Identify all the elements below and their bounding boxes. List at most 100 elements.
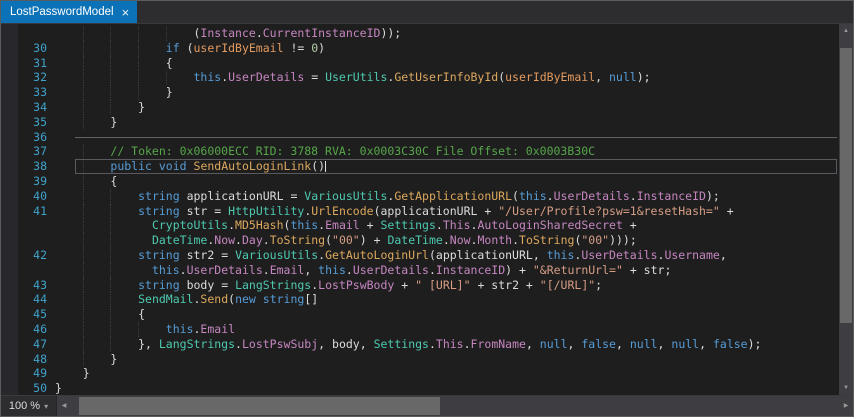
indent-guide-line: [82, 40, 84, 56]
indent-guide-line: [110, 277, 112, 293]
code-token: .: [629, 188, 637, 203]
code-token: .: [442, 233, 450, 248]
code-token: Now: [449, 233, 471, 248]
indent-guide-line: [110, 247, 112, 263]
code-token: +: [359, 218, 381, 233]
vertical-scroll-track[interactable]: [839, 38, 853, 381]
code-token: ,: [699, 336, 713, 351]
indent-guide-line: [82, 277, 84, 293]
code-token: CryptoUtils: [151, 218, 229, 233]
code-token: DateTime: [387, 233, 443, 248]
code-text: }: [55, 114, 117, 130]
code-token: {: [138, 307, 146, 322]
code-token: "00": [581, 233, 610, 248]
code-token: "[/URL]": [539, 277, 596, 292]
code-token: .: [179, 262, 187, 277]
line-number: 50: [33, 381, 47, 395]
indent-guide-line: [138, 70, 140, 86]
code-text: }, LangStrings.LostPswSubj, body, Settin…: [55, 336, 761, 352]
code-token: ToString: [519, 233, 575, 248]
indent-guide-line: [110, 233, 112, 248]
vertical-scrollbar[interactable]: ▲ ▼: [839, 24, 853, 395]
line-number: 40: [33, 188, 47, 203]
code-text: {: [55, 307, 145, 322]
indent-guide-line: [82, 55, 84, 71]
line-number: [1, 263, 47, 278]
code-token: LostPswSubj: [241, 336, 319, 351]
code-token: str: [643, 262, 665, 277]
line-number: 45: [33, 307, 47, 322]
code-line: 32 this.UserDetails = UserUtils.GetUserI…: [1, 70, 839, 86]
line-number: 38: [33, 159, 47, 174]
indent-guide-line: [138, 85, 140, 100]
zoom-dropdown-icon: ▾: [44, 401, 49, 411]
code-editor[interactable]: (Instance.CurrentInstanceID)); 30 if (use…: [1, 23, 853, 395]
code-token: ,: [304, 262, 319, 277]
code-line: 50}: [1, 381, 839, 395]
scroll-down-icon[interactable]: ▼: [839, 381, 853, 395]
scroll-left-icon[interactable]: ◀: [57, 396, 71, 416]
line-number: 44: [33, 292, 47, 307]
code-token: .: [428, 336, 436, 351]
code-line: 47 }, LangStrings.LostPswSubj, body, Set…: [1, 336, 839, 352]
indent-guide-line: [110, 307, 112, 322]
code-line: 48 }: [1, 351, 839, 367]
code-token: (: [373, 203, 381, 218]
code-line: 42 string str2 = VariousUtils.GetAutoLog…: [1, 247, 839, 263]
horizontal-scrollbar[interactable]: ◀ ▶: [57, 396, 853, 416]
code-token: public: [110, 159, 152, 174]
code-token: ,: [532, 247, 547, 262]
code-token: UrlEncode: [311, 203, 374, 218]
code-line: 33 }: [1, 85, 839, 100]
code-line: 43 string body = LangStrings.LostPswBody…: [1, 277, 839, 293]
code-token: }: [55, 381, 62, 395]
line-number: 34: [33, 99, 47, 114]
code-lines: (Instance.CurrentInstanceID)); 30 if (use…: [1, 26, 839, 395]
code-token: ): [318, 40, 326, 55]
code-line: CryptoUtils.MD5Hash(this.Email + Setting…: [1, 218, 839, 234]
indent-guide-line: [110, 203, 112, 219]
line-number: 43: [33, 277, 47, 292]
indent-guide-line: [82, 173, 84, 189]
code-line: 49 }: [1, 366, 839, 381]
code-token: applicationURL: [186, 188, 284, 203]
code-line: 31 {: [1, 55, 839, 71]
code-text: }: [55, 351, 117, 367]
code-token: InstanceID: [435, 262, 506, 277]
scroll-up-icon[interactable]: ▲: [839, 24, 853, 38]
code-token: VariousUtils: [304, 188, 388, 203]
horizontal-scroll-thumb[interactable]: [78, 397, 440, 415]
indent-guide-line: [165, 70, 167, 86]
line-number: 41: [33, 203, 47, 218]
code-text: if (userIdByEmail != 0): [55, 40, 326, 56]
code-token: }: [82, 366, 90, 381]
code-token: ,: [595, 70, 609, 85]
code-token: FromName: [470, 336, 526, 351]
indent-guide-line: [110, 336, 112, 352]
scroll-right-icon[interactable]: ▶: [839, 396, 853, 416]
line-number: 33: [33, 85, 47, 100]
code-token: userIdByEmail: [505, 70, 596, 85]
code-token: =: [214, 277, 236, 292]
code-token: .: [235, 336, 242, 351]
code-token: .: [512, 233, 520, 248]
status-bar: 100 % ▾ ◀ ▶: [1, 395, 853, 416]
code-text: SendMail.Send(new string[]: [55, 292, 318, 308]
code-token: LostPswBody: [318, 277, 395, 292]
tab-close-icon[interactable]: ×: [122, 6, 130, 19]
vertical-scroll-thumb[interactable]: [840, 48, 852, 323]
code-token: this: [151, 262, 180, 277]
code-token: Email: [200, 321, 236, 336]
horizontal-scroll-track[interactable]: [71, 396, 839, 416]
code-text: this.UserDetails = UserUtils.GetUserInfo…: [55, 70, 651, 86]
tab-label: LostPasswordModel: [10, 6, 114, 18]
tab-lostpasswordmodel[interactable]: LostPasswordModel ×: [1, 1, 138, 23]
code-token: "00": [332, 233, 360, 248]
zoom-control[interactable]: 100 % ▾: [1, 396, 57, 416]
code-token: applicationURL: [435, 247, 533, 262]
code-token: .: [435, 218, 443, 233]
code-token: ,: [719, 247, 727, 262]
code-token: =: [207, 203, 229, 218]
